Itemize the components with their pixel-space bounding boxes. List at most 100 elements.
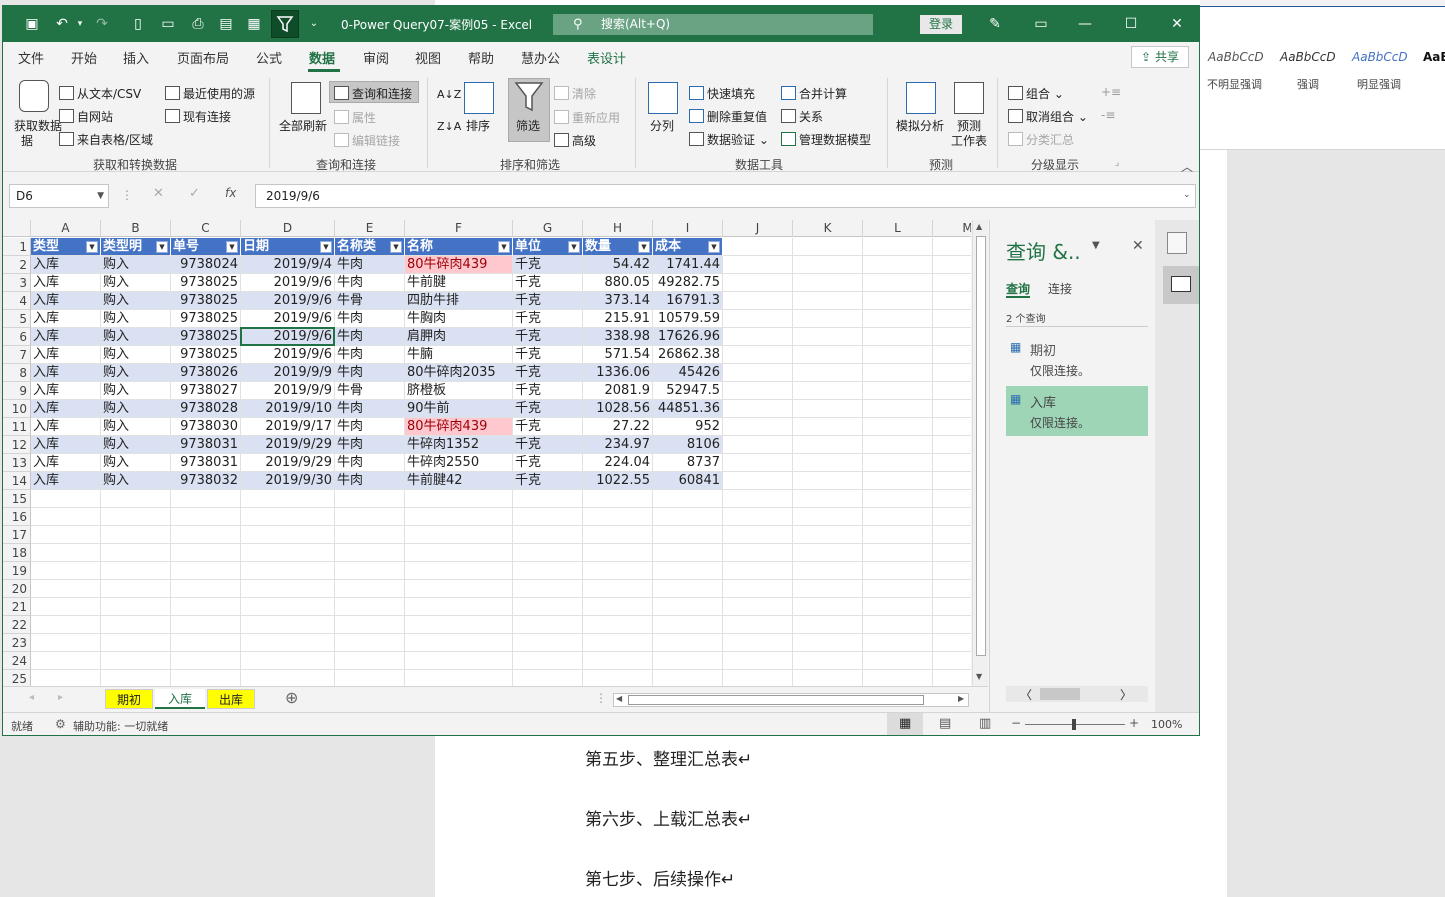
empty-cell[interactable] [863,382,933,400]
empty-cell[interactable] [723,652,793,670]
filter-dropdown-icon[interactable]: ▼ [708,241,720,253]
collapse-ribbon-icon[interactable]: ︿ [1181,158,1193,175]
empty-cell[interactable] [933,508,971,526]
empty-cell[interactable] [653,526,723,544]
table-header-cell[interactable]: 成本 ▼ [653,238,723,256]
cancel-icon[interactable]: ✕ [153,186,164,201]
empty-cell[interactable] [583,526,653,544]
table-cell[interactable]: 571.54 [583,346,653,364]
row-header[interactable]: 18 [3,544,31,562]
worksheet-grid[interactable]: ABCDEFGHIJKLM 1类型▼类型明▼单号▼日期▼名称类▼名称▼单位▼数量… [3,220,971,686]
scroll-up-icon[interactable]: ▲ [976,222,982,231]
empty-cell[interactable] [793,418,863,436]
print-preview-icon[interactable]: ▤ [217,15,235,33]
empty-cell[interactable] [933,472,971,490]
empty-cell[interactable] [31,580,101,598]
empty-cell[interactable] [653,670,723,686]
recent-sources-button[interactable]: 最近使用的源 [165,85,255,102]
vertical-scrollbar[interactable]: ▲ ▼ [972,220,988,686]
data-validation-button[interactable]: 数据验证 ⌄ [689,131,769,148]
save-icon[interactable]: ▣ [23,15,41,33]
scroll-left-icon[interactable]: 〈 [1020,686,1032,703]
empty-cell[interactable] [335,670,405,686]
style-sample[interactable]: AaBbCcD [1352,50,1408,64]
table-cell[interactable]: 54.42 [583,256,653,274]
table-cell[interactable]: 2019/9/6 [241,274,335,292]
table-cell[interactable]: 购入 [101,328,171,346]
empty-cell[interactable] [171,616,241,634]
existing-connections-button[interactable]: 现有连接 [165,108,231,125]
row-header[interactable]: 5 [3,310,31,328]
empty-cell[interactable] [101,490,171,508]
empty-cell[interactable] [653,616,723,634]
empty-cell[interactable] [933,580,971,598]
empty-cell[interactable] [31,508,101,526]
column-header[interactable]: B [101,220,171,237]
style-sample[interactable]: AaBbCcD [1208,50,1264,64]
empty-cell[interactable] [723,472,793,490]
empty-cell[interactable] [241,580,335,598]
empty-cell[interactable] [101,598,171,616]
open-folder-icon[interactable]: ▭ [159,15,177,33]
table-cell[interactable]: 16791.3 [653,292,723,310]
filter-dropdown-icon[interactable]: ▼ [320,241,332,253]
empty-cell[interactable] [405,652,513,670]
empty-cell[interactable] [793,346,863,364]
insert-function-icon[interactable]: fx [225,186,236,200]
empty-cell[interactable] [793,670,863,686]
pane-hscroll[interactable]: 〈 〉 [1006,686,1148,702]
empty-cell[interactable] [863,346,933,364]
table-cell[interactable]: 17626.96 [653,328,723,346]
empty-cell[interactable] [171,580,241,598]
empty-cell[interactable] [863,310,933,328]
table-cell[interactable]: 2019/9/6 [241,292,335,310]
table-cell[interactable]: 入库 [31,472,101,490]
empty-cell[interactable] [863,544,933,562]
empty-cell[interactable] [723,310,793,328]
table-cell[interactable]: 8737 [653,454,723,472]
empty-cell[interactable] [583,490,653,508]
empty-cell[interactable] [793,382,863,400]
empty-cell[interactable] [405,670,513,686]
pane-scroll-thumb[interactable] [1040,688,1080,700]
tab-home[interactable]: 开始 [71,48,97,67]
table-cell[interactable]: 9738025 [171,292,241,310]
table-cell[interactable]: 215.91 [583,310,653,328]
empty-cell[interactable] [405,526,513,544]
from-web-button[interactable]: 自网站 [59,108,113,125]
row-header[interactable]: 15 [3,490,31,508]
empty-cell[interactable] [793,292,863,310]
table-header-cell[interactable]: 名称类 ▼ [335,238,405,256]
empty-cell[interactable] [31,598,101,616]
reapply-button[interactable]: 重新应用 [554,109,620,126]
empty-cell[interactable] [583,598,653,616]
empty-cell[interactable] [241,544,335,562]
prev-sheet-icon[interactable]: ◂ [29,692,34,703]
sheet-tab-ruku[interactable]: 入库 [155,689,205,709]
table-cell[interactable]: 2019/9/4 [241,256,335,274]
table-cell[interactable]: 牛肉 [335,256,405,274]
row-header[interactable]: 9 [3,382,31,400]
table-cell[interactable]: 27.22 [583,418,653,436]
row-header[interactable]: 21 [3,598,31,616]
table-cell[interactable]: 牛肉 [335,454,405,472]
table-header-cell[interactable]: 名称 ▼ [405,238,513,256]
empty-cell[interactable] [863,562,933,580]
empty-cell[interactable] [171,490,241,508]
sort-az-icon[interactable]: A↓Z [437,88,461,101]
sheet-tab-chuku[interactable]: 出库 [207,689,255,709]
table-cell[interactable]: 千克 [513,256,583,274]
row-header[interactable]: 12 [3,436,31,454]
table-cell[interactable]: 入库 [31,310,101,328]
empty-cell[interactable] [101,580,171,598]
login-button[interactable]: 登录 [920,15,962,34]
empty-cell[interactable] [513,670,583,686]
empty-cell[interactable] [933,256,971,274]
empty-cell[interactable] [863,670,933,686]
empty-cell[interactable] [653,580,723,598]
print-icon[interactable]: ⎙ [189,15,207,33]
table-cell[interactable]: 购入 [101,400,171,418]
column-header[interactable]: G [513,220,583,237]
table-cell[interactable]: 2019/9/6 [241,310,335,328]
row-header[interactable]: 7 [3,346,31,364]
